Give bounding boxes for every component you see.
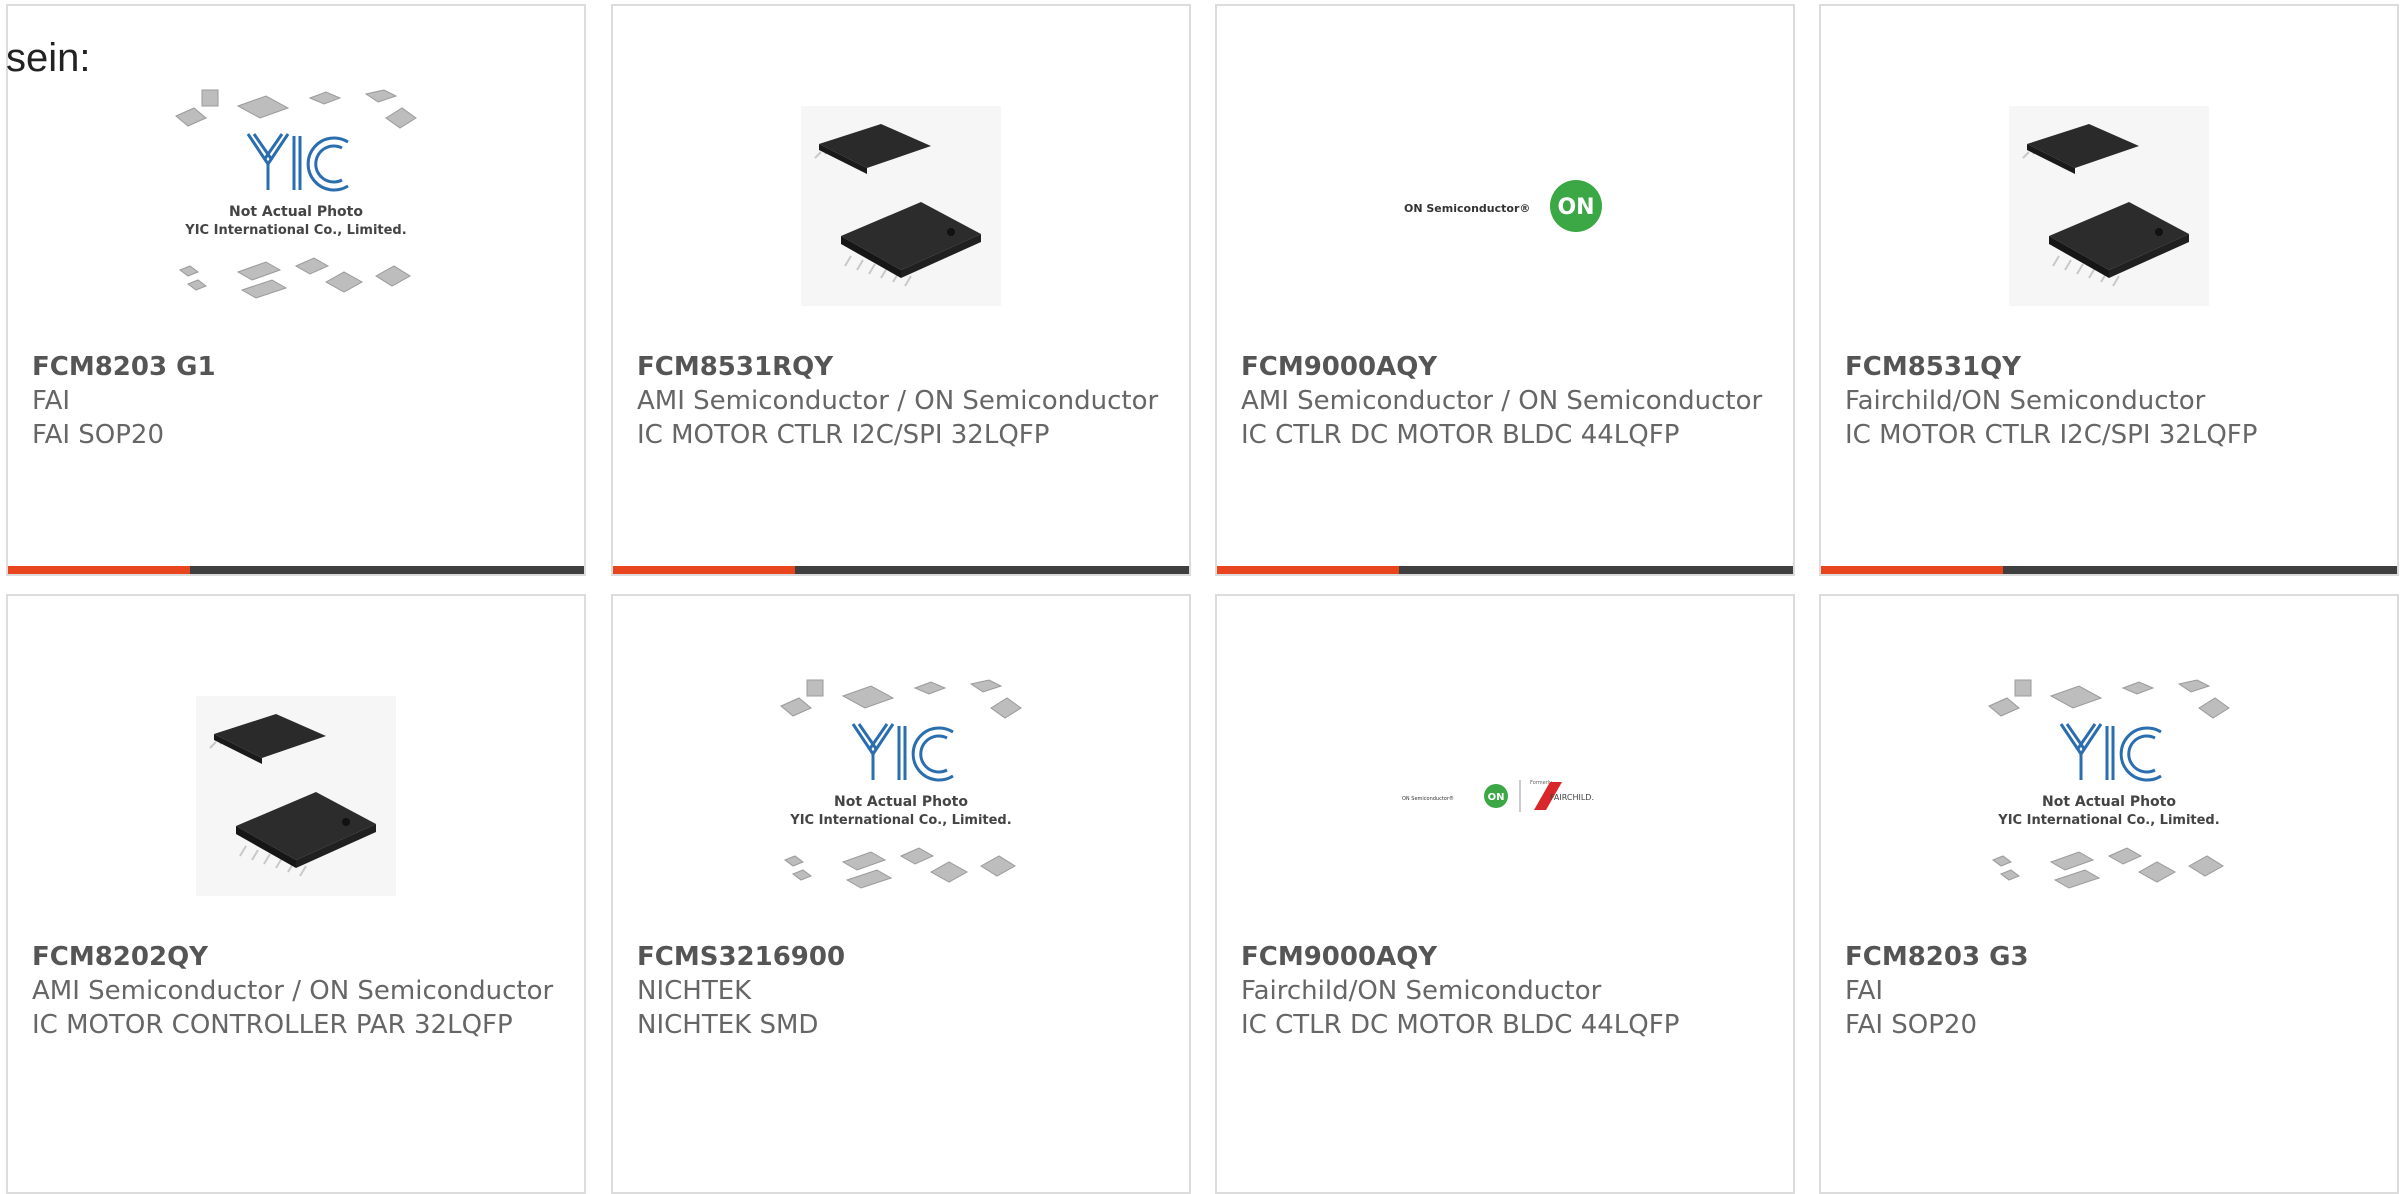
card-bar-accent bbox=[1217, 566, 1399, 574]
placeholder-text-1: Not Actual Photo bbox=[2042, 794, 2176, 810]
product-card[interactable]: Not Actual Photo YIC International Co., … bbox=[1819, 594, 2399, 1194]
manufacturer: FAI bbox=[32, 386, 71, 416]
part-number[interactable]: FCM8203 G1 bbox=[32, 350, 560, 384]
description: FAI SOP20 bbox=[32, 420, 165, 450]
card-bar-accent bbox=[8, 566, 190, 574]
manufacturer: NICHTEK bbox=[637, 976, 752, 1006]
manufacturer: AMI Semiconductor / ON Semiconductor bbox=[1241, 386, 1763, 416]
qfp-chip-image bbox=[613, 66, 1189, 346]
placeholder-text-1: Not Actual Photo bbox=[229, 204, 363, 220]
description: IC CTLR DC MOTOR BLDC 44LQFP bbox=[1241, 1010, 1680, 1040]
placeholder-text-2: YIC International Co., Limited. bbox=[789, 813, 1011, 828]
description: IC MOTOR CONTROLLER PAR 32LQFP bbox=[32, 1010, 513, 1040]
part-number[interactable]: FCMS3216900 bbox=[637, 940, 1165, 974]
manufacturer: Fairchild/ON Semiconductor bbox=[1845, 386, 2206, 416]
logo-text: ON Semiconductor® bbox=[1404, 202, 1530, 215]
logo-fairchild: FAIRCHILD. bbox=[1550, 793, 1594, 802]
placeholder-text-2: YIC International Co., Limited. bbox=[184, 223, 406, 238]
part-number[interactable]: FCM8203 G3 bbox=[1845, 940, 2373, 974]
product-card[interactable]: FCM8531RQY AMI Semiconductor / ON Semico… bbox=[611, 4, 1191, 576]
manufacturer: AMI Semiconductor / ON Semiconductor bbox=[32, 976, 554, 1006]
yic-placeholder-image: Not Actual Photo YIC International Co., … bbox=[613, 656, 1189, 936]
card-bar bbox=[1217, 566, 1793, 574]
product-card[interactable]: Not Actual Photo YIC International Co., … bbox=[6, 4, 586, 576]
part-number[interactable]: FCM8202QY bbox=[32, 940, 560, 974]
placeholder-text-1: Not Actual Photo bbox=[834, 794, 968, 810]
placeholder-text-2: YIC International Co., Limited. bbox=[1997, 813, 2219, 828]
product-card[interactable]: ON Semiconductor® ON Formerly FAIRCHILD.… bbox=[1215, 594, 1795, 1194]
description: IC CTLR DC MOTOR BLDC 44LQFP bbox=[1241, 420, 1680, 450]
description: FAI SOP20 bbox=[1845, 1010, 1978, 1040]
yic-placeholder-image: Not Actual Photo YIC International Co., … bbox=[8, 66, 584, 346]
card-bar-accent bbox=[613, 566, 795, 574]
card-bar bbox=[613, 566, 1189, 574]
yic-placeholder-image: Not Actual Photo YIC International Co., … bbox=[1821, 656, 2397, 936]
manufacturer: AMI Semiconductor / ON Semiconductor bbox=[637, 386, 1159, 416]
product-card[interactable]: ON Semiconductor® ON FCM9000AQY AMI Semi… bbox=[1215, 4, 1795, 576]
card-bar bbox=[8, 566, 584, 574]
description: NICHTEK SMD bbox=[637, 1010, 819, 1040]
product-card[interactable]: Not Actual Photo YIC International Co., … bbox=[611, 594, 1191, 1194]
part-number[interactable]: FCM9000AQY bbox=[1241, 350, 1769, 384]
description: IC MOTOR CTLR I2C/SPI 32LQFP bbox=[1845, 420, 2258, 450]
logo-text: ON Semiconductor® bbox=[1402, 795, 1454, 802]
card-bar bbox=[1821, 566, 2397, 574]
description: IC MOTOR CTLR I2C/SPI 32LQFP bbox=[637, 420, 1050, 450]
logo-badge: ON bbox=[1557, 195, 1594, 220]
card-bar-accent bbox=[1821, 566, 2003, 574]
product-card[interactable]: FCM8202QY AMI Semiconductor / ON Semicon… bbox=[6, 594, 586, 1194]
manufacturer: FAI bbox=[1845, 976, 1884, 1006]
part-number[interactable]: FCM8531RQY bbox=[637, 350, 1165, 384]
logo-badge: ON bbox=[1488, 792, 1505, 803]
part-number[interactable]: FCM8531QY bbox=[1845, 350, 2373, 384]
product-card[interactable]: FCM8531QY Fairchild/ON Semiconductor IC … bbox=[1819, 4, 2399, 576]
intro-text: sein: bbox=[6, 36, 91, 80]
on-semiconductor-logo: ON Semiconductor® ON bbox=[1217, 66, 1793, 346]
part-number[interactable]: FCM9000AQY bbox=[1241, 940, 1769, 974]
qfp-chip-image bbox=[8, 656, 584, 936]
on-fairchild-logo: ON Semiconductor® ON Formerly FAIRCHILD. bbox=[1217, 656, 1793, 936]
qfp-chip-image bbox=[1821, 66, 2397, 346]
manufacturer: Fairchild/ON Semiconductor bbox=[1241, 976, 1602, 1006]
